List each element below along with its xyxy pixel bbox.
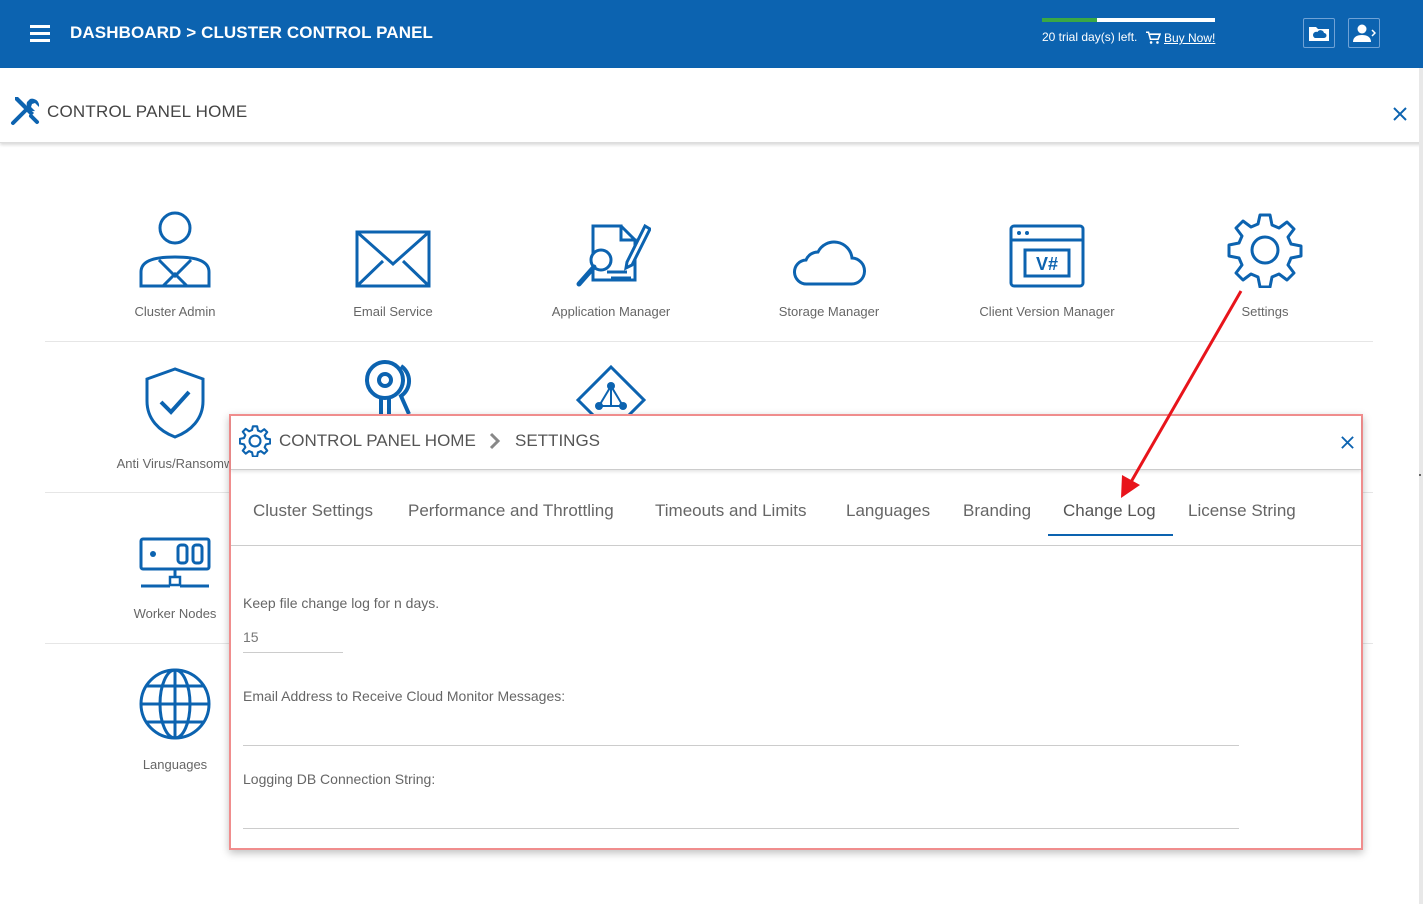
shield-check-icon (145, 367, 205, 439)
breadcrumb: DASHBOARD > CLUSTER CONTROL PANEL (70, 23, 433, 42)
globe-icon (139, 668, 211, 740)
tab-performance-throttling[interactable]: Performance and Throttling (408, 501, 614, 521)
app-application-manager[interactable]: Application Manager (502, 198, 720, 319)
trial-progress-bar (1042, 18, 1215, 22)
app-email-service[interactable]: Email Service (284, 198, 502, 319)
server-icon (139, 537, 211, 588)
tab-branding[interactable]: Branding (963, 501, 1031, 521)
scrollbar-track[interactable] (1419, 68, 1423, 904)
app-settings[interactable]: Settings (1156, 198, 1374, 319)
db-connection-underline (243, 828, 1239, 829)
keep-log-underline (243, 652, 343, 653)
tools-icon (11, 97, 40, 125)
settings-tabs: Cluster Settings Performance and Throttl… (231, 471, 1361, 546)
breadcrumb-home[interactable]: CONTROL PANEL HOME (279, 431, 476, 451)
email-underline (243, 745, 1239, 746)
key-icon (365, 360, 411, 414)
user-icon (1353, 24, 1376, 42)
db-connection-label: Logging DB Connection String: (243, 771, 436, 787)
folder-cloud-icon (1309, 27, 1329, 41)
tab-cluster-settings[interactable]: Cluster Settings (253, 501, 373, 521)
cart-icon (1146, 31, 1161, 44)
app-label: Storage Manager (778, 304, 880, 319)
tab-license-string[interactable]: License String (1188, 501, 1296, 521)
network-diamond-icon (575, 364, 647, 414)
document-search-icon (576, 223, 651, 287)
page-title: CONTROL PANEL HOME (47, 102, 248, 121)
db-connection-input[interactable] (243, 804, 1239, 828)
app-cluster-admin[interactable]: Cluster Admin (66, 198, 284, 319)
gear-icon (239, 425, 271, 457)
app-label: Settings (1241, 304, 1289, 319)
keep-log-label: Keep file change log for n days. (243, 595, 440, 611)
settings-dialog: CONTROL PANEL HOME SETTINGS Cluster Sett… (229, 414, 1363, 850)
app-network[interactable] (502, 364, 720, 414)
menu-icon[interactable] (30, 25, 50, 43)
folder-cloud-button[interactable] (1303, 18, 1335, 48)
active-tab-indicator (1048, 534, 1173, 536)
app-label: Cluster Admin (134, 304, 216, 319)
envelope-icon (355, 230, 431, 288)
close-icon[interactable] (1392, 106, 1408, 122)
app-key-management[interactable] (284, 358, 502, 416)
email-label: Email Address to Receive Cloud Monitor M… (243, 688, 566, 704)
user-account-button[interactable] (1348, 18, 1380, 48)
buy-now-link[interactable]: Buy Now! (1164, 31, 1215, 45)
trial-days-text: 20 trial day(s) left. (1042, 30, 1138, 44)
version-icon-text: V# (1036, 254, 1058, 274)
email-input[interactable] (243, 720, 1239, 744)
app-client-version-manager[interactable]: V# Client Version Manager (938, 198, 1156, 319)
admin-user-icon (139, 211, 211, 288)
breadcrumb-current: SETTINGS (515, 431, 601, 450)
top-bar: DASHBOARD > CLUSTER CONTROL PANEL 20 tri… (0, 0, 1423, 68)
app-storage-manager[interactable]: Storage Manager (720, 198, 938, 319)
app-label: Application Manager (551, 304, 671, 319)
tab-timeouts-limits[interactable]: Timeouts and Limits (655, 501, 806, 521)
row-divider (45, 341, 1373, 342)
dialog-header: CONTROL PANEL HOME SETTINGS (231, 416, 1361, 470)
browser-version-icon: V# (1009, 224, 1085, 288)
app-label: Client Version Manager (979, 304, 1115, 319)
app-label: Email Service (353, 304, 433, 319)
chevron-right-icon (489, 432, 501, 450)
gear-icon (1227, 213, 1303, 288)
cloud-icon (793, 240, 866, 286)
keep-log-days-input[interactable]: 15 (243, 629, 259, 645)
control-panel-header: CONTROL PANEL HOME (0, 68, 1423, 143)
tab-change-log[interactable]: Change Log (1063, 501, 1156, 521)
close-icon[interactable] (1340, 435, 1355, 450)
scroll-marker (1419, 474, 1421, 476)
tab-languages[interactable]: Languages (846, 501, 930, 521)
